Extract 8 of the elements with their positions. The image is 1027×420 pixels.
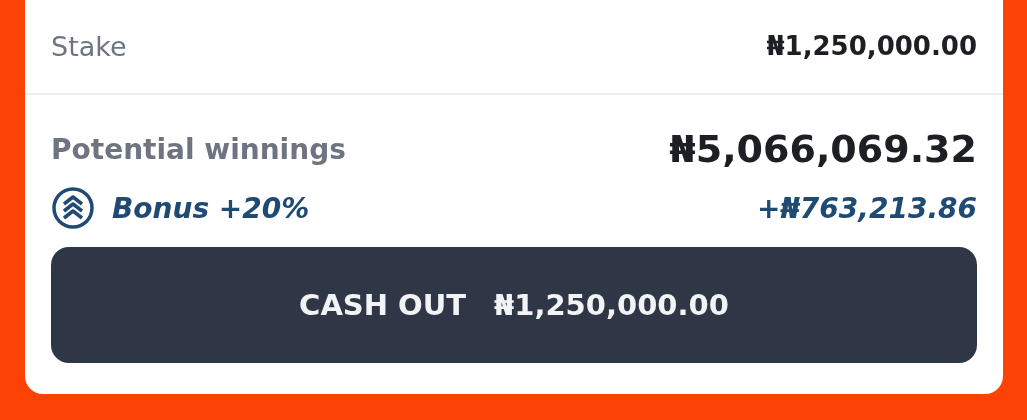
cash-out-button[interactable]: CASH OUT ₦1,250,000.00 <box>51 247 977 363</box>
stake-amount: ₦1,250,000.00 <box>766 31 977 61</box>
potential-winnings-label: Potential winnings <box>51 132 346 166</box>
chevrons-up-icon <box>51 186 95 230</box>
bonus-label: Bonus +20% <box>112 191 310 225</box>
potential-winnings-amount: ₦5,066,069.32 <box>669 127 977 171</box>
bonus-amount: +₦763,213.86 <box>756 191 977 225</box>
stake-label: Stake <box>51 30 127 62</box>
